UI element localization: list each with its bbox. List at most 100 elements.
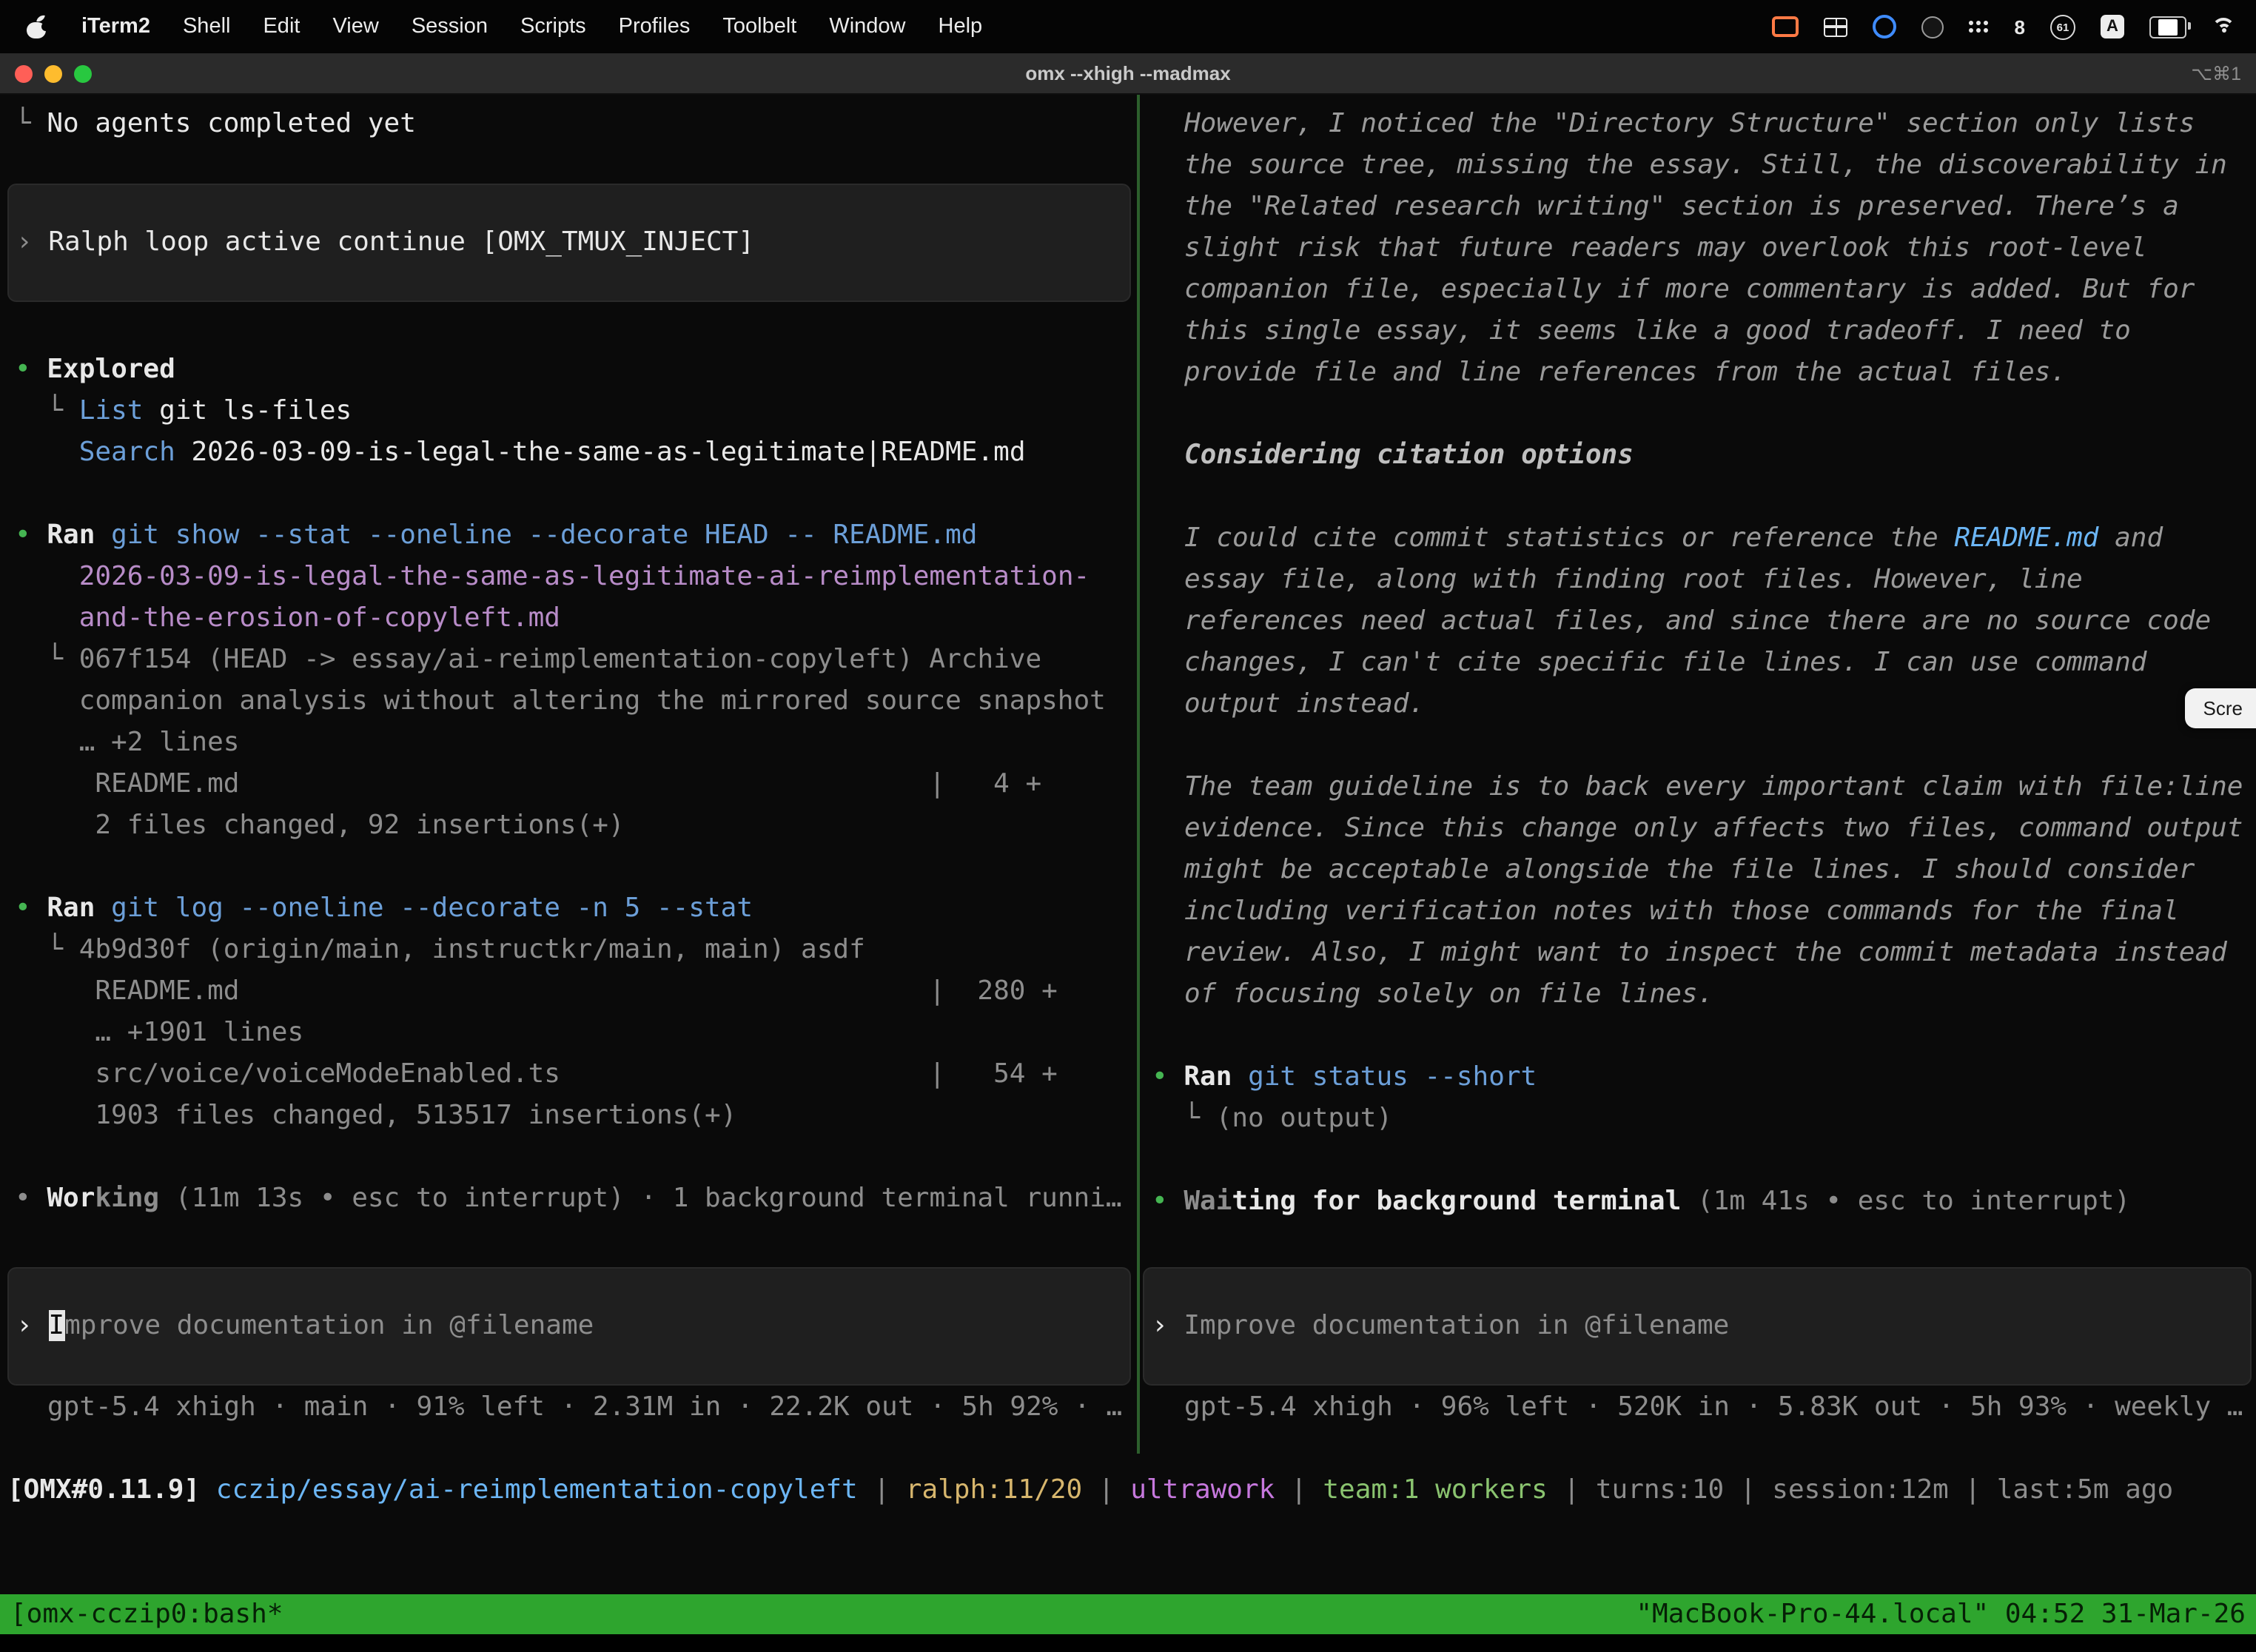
sync-icon[interactable] xyxy=(1873,15,1896,38)
text-segment: › xyxy=(16,226,48,258)
text-segment: • xyxy=(15,1183,47,1214)
text-segment: | xyxy=(1548,1474,1596,1505)
text-segment: No agents completed yet xyxy=(47,108,416,139)
text-segment: gpt-5.4 xhigh · 96% left · 520K in · 5.8… xyxy=(1184,1391,2243,1423)
text-segment: Considering citation options xyxy=(1184,440,1634,471)
zoom-window-button[interactable] xyxy=(74,64,92,82)
text-segment: references need actual files, and since … xyxy=(1184,605,2211,637)
apple-menu-icon[interactable] xyxy=(27,15,47,38)
menu-edit[interactable]: Edit xyxy=(246,15,316,38)
menu-view[interactable]: View xyxy=(316,15,395,38)
wifi-icon[interactable] xyxy=(2212,18,2235,36)
menu-scripts[interactable]: Scripts xyxy=(504,15,602,38)
text-segment: king xyxy=(95,1183,159,1214)
traffic-lights xyxy=(15,64,92,82)
text-segment: The team guideline is to back every impo… xyxy=(1184,771,2243,802)
text-segment: companion file, especially if more comme… xyxy=(1184,274,2195,305)
terminal-line: 1903 files changed, 513517 insertions(+) xyxy=(15,1095,1137,1137)
text-segment: Ralph loop active continue [OMX_TMUX_INJ… xyxy=(48,226,754,258)
text-segment: and xyxy=(2098,523,2163,554)
menu-shell[interactable]: Shell xyxy=(167,15,247,38)
text-segment: • xyxy=(15,354,47,385)
thinking-line: including verification notes with those … xyxy=(1152,891,2256,933)
omx-team: team:1 workers xyxy=(1323,1474,1547,1505)
thinking-line: of focusing solely on file lines. xyxy=(1152,974,2256,1015)
thinking-line: references need actual files, and since … xyxy=(1152,601,2256,642)
menu-iterm2[interactable]: iTerm2 xyxy=(65,15,167,38)
input-source-icon[interactable]: A xyxy=(2101,15,2124,38)
text-segment: src/voice/voiceModeEnabled.ts | 54 + xyxy=(15,1058,1058,1089)
menu-window[interactable]: Window xyxy=(813,15,921,38)
text-segment: (1m 41s • esc to interrupt) xyxy=(1681,1186,2130,1217)
text-segment: git show --stat --oneline --decorate HEA… xyxy=(95,520,977,551)
thinking-line: output instead. xyxy=(1152,684,2256,725)
text-segment: └ xyxy=(15,108,47,139)
menu-toolbelt[interactable]: Toolbelt xyxy=(706,15,813,38)
text-segment: 2 files changed, 92 insertions(+) xyxy=(15,810,625,841)
thinking-line: evidence. Since this change only affects… xyxy=(1152,808,2256,850)
text-segment: └ xyxy=(15,395,79,426)
text-segment: Search xyxy=(79,437,175,468)
text-segment: review. Also, I might want to inspect th… xyxy=(1184,937,2227,968)
text-segment: … +2 lines xyxy=(15,727,239,758)
text-segment: 067f154 (HEAD -> essay/ai-reimplementati… xyxy=(79,644,1041,675)
terminal-line: README.md | 280 + xyxy=(15,971,1137,1013)
text-segment: output instead. xyxy=(1184,688,1425,719)
terminal-line: README.md | 4 + xyxy=(15,764,1137,805)
battery-percent-label: 61 xyxy=(2057,20,2069,33)
thinking-line: the "Related research writing" section i… xyxy=(1152,187,2256,228)
text-segment: changes, I can't cite specific file line… xyxy=(1184,647,2146,678)
battery-fill xyxy=(2158,19,2177,35)
menu-help[interactable]: Help xyxy=(922,15,999,38)
terminal-area: └ No agents completed yet › Ralph loop a… xyxy=(0,95,2256,1454)
terminal-line xyxy=(1152,394,2256,435)
tool-call-line: • Ran git show --stat --oneline --decora… xyxy=(15,515,1137,557)
text-segment: | xyxy=(1724,1474,1772,1505)
text-segment: Ran xyxy=(47,893,95,924)
thinking-line: However, I noticed the "Directory Struct… xyxy=(1152,104,2256,145)
text-segment: git ls-files xyxy=(143,395,352,426)
text-segment: Wai xyxy=(1184,1186,1232,1217)
thinking-line: provide file and line references from th… xyxy=(1152,352,2256,394)
terminal-line: … +1901 lines xyxy=(15,1013,1137,1054)
text-segment: git status --short xyxy=(1232,1061,1537,1092)
prompt-input-right[interactable]: › Improve documentation in @filename xyxy=(1143,1267,2252,1386)
thinking-line: review. Also, I might want to inspect th… xyxy=(1152,933,2256,974)
minimize-window-button[interactable] xyxy=(44,64,62,82)
text-segment: List xyxy=(79,395,144,426)
waiting-status-line: • Waiting for background terminal (1m 41… xyxy=(1152,1181,2256,1223)
digit-8-icon[interactable]: 8 xyxy=(2015,16,2025,38)
window-grid-icon[interactable] xyxy=(1824,17,1847,36)
battery-icon[interactable] xyxy=(2149,16,2186,38)
text-segment: provide file and line references from th… xyxy=(1184,357,2067,388)
keypad-icon[interactable] xyxy=(1969,20,1990,33)
screen-overlay-tab[interactable]: Scre xyxy=(2186,688,2256,728)
text-segment: of focusing solely on file lines. xyxy=(1184,978,1713,1010)
text-segment: 4b9d30f (origin/main, instructkr/main, m… xyxy=(79,934,865,965)
menu-bar: iTerm2ShellEditViewSessionScriptsProfile… xyxy=(0,0,2256,53)
status-dot-icon[interactable] xyxy=(1921,16,1944,38)
text-segment: | xyxy=(1275,1474,1323,1505)
omx-worktree: cczip/essay/ai-reimplementation-copyleft xyxy=(216,1474,858,1505)
text-segment: › xyxy=(1152,1310,1184,1341)
window-shortcut-badge: ⌥⌘1 xyxy=(2191,62,2241,84)
omx-session: session:12m xyxy=(1772,1474,1948,1505)
explored-header: • Explored xyxy=(15,349,1137,391)
text-segment: └ (no output) xyxy=(1152,1103,1392,1134)
tool-call-line: • Ran git log --oneline --decorate -n 5 … xyxy=(15,888,1137,930)
text-segment: git log --oneline --decorate -n 5 --stat xyxy=(95,893,753,924)
battery-percent-icon[interactable]: 61 xyxy=(2050,14,2075,39)
thinking-line: companion file, especially if more comme… xyxy=(1152,269,2256,311)
omx-last: last:5m ago xyxy=(1997,1474,2173,1505)
close-window-button[interactable] xyxy=(15,64,33,82)
screen-recording-icon[interactable] xyxy=(1772,16,1799,37)
text-segment: 2026-03-09-is-legal-the-same-as-legitima… xyxy=(79,561,1090,592)
prompt-input-left[interactable]: › Improve documentation in @filename xyxy=(7,1267,1131,1386)
menu-session[interactable]: Session xyxy=(395,15,504,38)
text-segment: I could cite commit statistics or refere… xyxy=(1184,523,1954,554)
menu-profiles[interactable]: Profiles xyxy=(602,15,707,38)
terminal-line xyxy=(1152,1015,2256,1057)
text-segment: README.md | 280 + xyxy=(15,976,1058,1007)
tool-call-line: • Ran git status --short xyxy=(1152,1057,2256,1098)
menu-bar-items: iTerm2ShellEditViewSessionScriptsProfile… xyxy=(65,0,998,53)
